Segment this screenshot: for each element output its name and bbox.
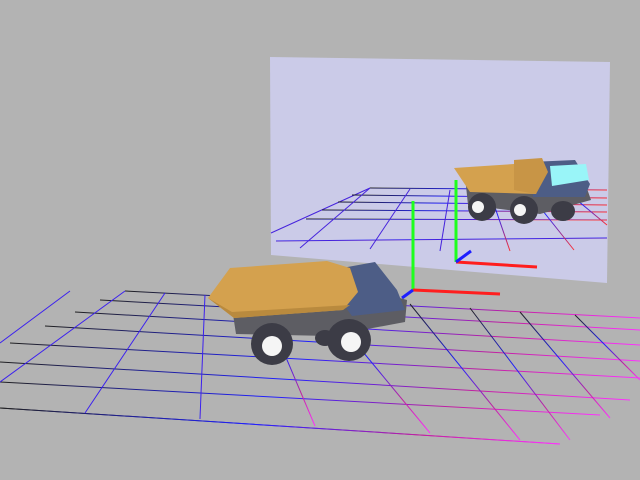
mirror-truck xyxy=(454,158,591,224)
dump-truck-model[interactable] xyxy=(208,261,407,365)
scene-canvas xyxy=(0,57,640,445)
3d-viewport[interactable] xyxy=(0,0,640,480)
truck-wheel-front xyxy=(251,323,293,365)
